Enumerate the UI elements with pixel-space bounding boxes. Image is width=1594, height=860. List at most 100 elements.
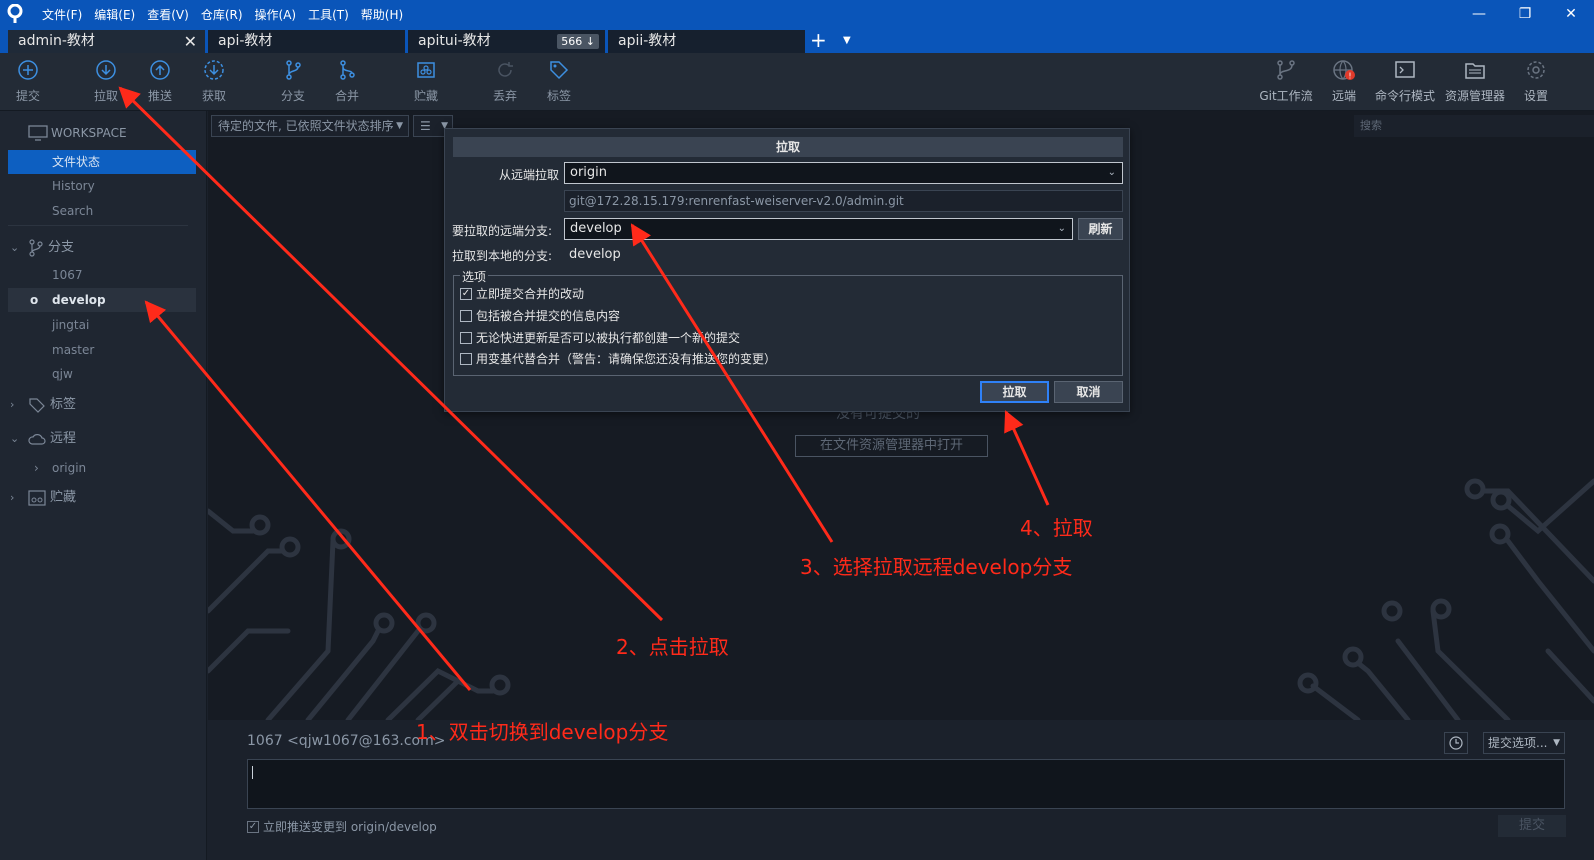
sidebar-item-search[interactable]: Search (8, 199, 196, 223)
tab-admin[interactable]: admin-教材 ✕ (8, 30, 205, 53)
cancel-button[interactable]: 取消 (1054, 381, 1123, 403)
menu-view[interactable]: 查看(V) (147, 6, 189, 23)
git-flow-icon (1277, 60, 1295, 80)
settings-button[interactable]: 设置 (1508, 59, 1564, 104)
option-include-messages[interactable]: 包括被合并提交的信息内容 (460, 307, 620, 324)
sidebar-item-history[interactable]: History (8, 174, 196, 198)
commit-message-input[interactable] (247, 759, 1565, 809)
branch-qjw[interactable]: qjw (8, 362, 196, 386)
discard-icon (498, 62, 513, 77)
option-label: 用变基代替合并（警告：请确保您还没有推送您的变更） (476, 352, 777, 366)
menu-file[interactable]: 文件(F) (42, 6, 82, 23)
menu-edit[interactable]: 编辑(E) (94, 6, 135, 23)
cloud-icon (28, 434, 46, 445)
tab-list-chevron-icon[interactable]: ▼ (843, 28, 851, 53)
remote-button[interactable]: ! 远端 (1316, 59, 1372, 104)
toolbar-label: 标签 (546, 89, 571, 103)
minimize-icon[interactable]: — (1456, 0, 1502, 28)
toolbar-label: Git工作流 (1259, 89, 1313, 103)
pull-button[interactable]: 拉取 (78, 59, 134, 104)
option-label: 无论快进更新是否可以被执行都创建一个新的提交 (476, 331, 741, 345)
arrow-down-circle-icon (96, 60, 116, 80)
options-group: 选项 ✓ 立即提交合并的改动 包括被合并提交的信息内容 无论快进更新是否可以被执… (453, 268, 1123, 376)
checkbox-icon (460, 331, 472, 344)
menu-repository[interactable]: 仓库(R) (201, 6, 243, 23)
branches-group[interactable]: ⌄ 分支 (10, 236, 74, 260)
menu-tools[interactable]: 工具(T) (308, 6, 349, 23)
annotation-step-3: 3、选择拉取远程develop分支 (800, 555, 1073, 579)
menu-help[interactable]: 帮助(H) (361, 6, 403, 23)
chevron-down-icon: ⌄ (10, 241, 20, 254)
dialog-title: 拉取 (453, 137, 1123, 157)
title-bar: 文件(F) 编辑(E) 查看(V) 仓库(R) 操作(A) 工具(T) 帮助(H… (0, 0, 1594, 28)
fetch-button[interactable]: 获取 (186, 59, 242, 104)
remote-label: origin (52, 461, 87, 475)
branch-develop[interactable]: o develop (8, 288, 196, 312)
discard-button[interactable]: 丢弃 (477, 59, 533, 104)
remote-branch-select[interactable]: develop ⌄ (564, 218, 1073, 240)
toolbar-label: 远端 (1331, 89, 1356, 103)
sourcetree-logo-icon (0, 0, 30, 28)
chevron-right-icon: › (34, 461, 39, 475)
chevron-down-icon: ▼ (1553, 738, 1560, 748)
explorer-button[interactable]: 资源管理器 (1442, 59, 1508, 104)
remote-origin[interactable]: › origin (8, 456, 196, 480)
select-value: origin (570, 165, 608, 180)
gear-icon (1527, 61, 1545, 79)
chevron-right-icon: › (10, 491, 15, 504)
menu-actions[interactable]: 操作(A) (255, 6, 297, 23)
stashes-group[interactable]: › 贮藏 (10, 486, 76, 510)
stash-icon (417, 62, 435, 78)
toolbar-label: 丢弃 (492, 89, 517, 103)
chevron-down-icon: ⌄ (10, 432, 20, 445)
tab-api[interactable]: api-教材 (208, 30, 405, 53)
merge-button[interactable]: 合并 (319, 59, 375, 104)
checkbox-checked-icon: ✓ (460, 287, 472, 300)
close-icon[interactable]: ✕ (184, 30, 197, 53)
add-tab-icon[interactable]: + (810, 28, 827, 53)
branch-button[interactable]: 分支 (265, 59, 321, 104)
main-toolbar: 提交 拉取 推送 获取 分支 合并 贮藏 丢弃 标签 Git工作流 ! 远端 命… (0, 53, 1594, 111)
commit-options-dropdown[interactable]: 提交选项... ▼ (1483, 732, 1565, 754)
option-rebase[interactable]: 用变基代替合并（警告：请确保您还没有推送您的变更） (460, 350, 776, 367)
sidebar-divider (8, 225, 188, 226)
refresh-button[interactable]: 刷新 (1078, 218, 1123, 240)
sidebar-item-file-status[interactable]: 文件状态 (8, 150, 196, 174)
open-in-explorer-button[interactable]: 在文件资源管理器中打开 (795, 435, 988, 457)
branch-1067[interactable]: 1067 (8, 263, 196, 287)
option-commit-merged[interactable]: ✓ 立即提交合并的改动 (460, 285, 584, 302)
git-flow-button[interactable]: Git工作流 (1250, 59, 1322, 104)
checkbox-checked-icon: ✓ (247, 820, 259, 833)
commit-submit-button[interactable]: 提交 (1498, 815, 1566, 837)
remote-select[interactable]: origin ⌄ (564, 162, 1123, 184)
tag-button[interactable]: 标签 (531, 59, 587, 104)
option-no-fast-forward[interactable]: 无论快进更新是否可以被执行都创建一个新的提交 (460, 329, 740, 346)
remotes-group[interactable]: ⌄ 远程 (10, 427, 76, 451)
branch-jingtai[interactable]: jingtai (8, 313, 196, 337)
arrow-up-circle-icon (150, 60, 170, 80)
svg-text:!: ! (1348, 72, 1351, 81)
fetch-circle-icon (204, 60, 224, 80)
tab-apitui[interactable]: apitui-教材 566 ↓ (408, 30, 605, 53)
branch-master[interactable]: master (8, 338, 196, 362)
tags-group[interactable]: › 标签 (10, 393, 76, 417)
incoming-count-badge: 566 ↓ (557, 34, 599, 49)
sidebar: WORKSPACE 文件状态 History Search ⌄ 分支 1067 … (0, 111, 207, 860)
tab-apii[interactable]: apii-教材 (608, 30, 805, 53)
workspace-label: WORKSPACE (51, 126, 127, 140)
push-button[interactable]: 推送 (132, 59, 188, 104)
stash-button[interactable]: 贮藏 (398, 59, 454, 104)
pull-ok-button[interactable]: 拉取 (980, 381, 1049, 403)
annotation-step-2: 2、点击拉取 (616, 635, 729, 659)
annotation-step-1: 1、双击切换到develop分支 (416, 720, 669, 744)
option-label: 包括被合并提交的信息内容 (476, 309, 621, 323)
select-value: develop (570, 221, 622, 236)
clock-icon (1449, 736, 1463, 750)
push-immediately-checkbox[interactable]: ✓ 立即推送变更到 origin/develop (247, 818, 437, 835)
commit-button[interactable]: 提交 (0, 59, 56, 104)
dropdown-value: 提交选项... (1488, 736, 1548, 750)
history-clock-button[interactable] (1444, 732, 1468, 754)
close-icon[interactable]: ✕ (1548, 0, 1594, 28)
terminal-button[interactable]: 命令行模式 (1372, 59, 1438, 104)
restore-icon[interactable]: ❐ (1502, 0, 1548, 28)
